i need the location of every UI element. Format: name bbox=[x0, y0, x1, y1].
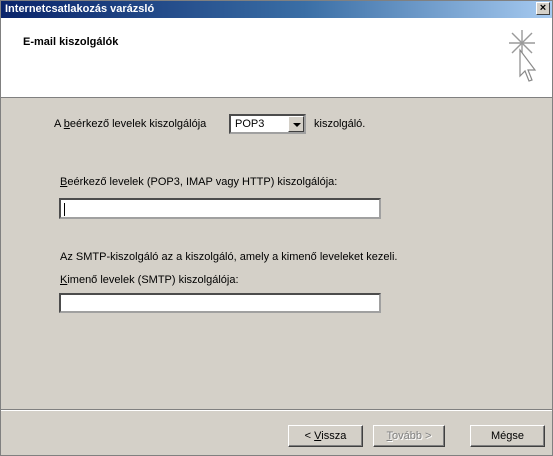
incoming-server-label: Beérkező levelek (POP3, IMAP vagy HTTP) … bbox=[60, 176, 338, 188]
server-type-value: POP3 bbox=[235, 118, 265, 130]
next-button[interactable]: Tovább > bbox=[373, 425, 445, 447]
title-bar: Internetcsatlakozás varázsló × bbox=[1, 1, 552, 18]
server-type-suffix: kiszolgáló. bbox=[314, 118, 366, 130]
footer-separator bbox=[1, 409, 552, 411]
server-type-select[interactable]: POP3 bbox=[229, 114, 306, 134]
smtp-info-text: Az SMTP-kiszolgáló az a kiszolgáló, amel… bbox=[60, 251, 398, 263]
wizard-window: Internetcsatlakozás varázsló × E-mail ki… bbox=[0, 0, 553, 456]
incoming-type-label: A beérkező levelek kiszolgálója bbox=[54, 118, 207, 130]
wizard-sparkle-cursor-icon bbox=[509, 30, 537, 82]
cancel-button[interactable]: Mégse bbox=[470, 425, 545, 447]
page-title: E-mail kiszolgálók bbox=[23, 36, 119, 48]
close-icon: × bbox=[539, 2, 547, 14]
close-button[interactable]: × bbox=[536, 2, 550, 15]
text-caret bbox=[64, 203, 65, 216]
outgoing-server-label: Kimenő levelek (SMTP) kiszolgálója: bbox=[60, 274, 239, 286]
back-button[interactable]: < Vissza bbox=[288, 425, 363, 447]
wizard-header: E-mail kiszolgálók bbox=[1, 18, 552, 98]
chevron-down-icon[interactable] bbox=[288, 116, 304, 132]
window-title: Internetcsatlakozás varázsló bbox=[5, 3, 155, 15]
incoming-server-input[interactable] bbox=[59, 198, 381, 219]
outgoing-server-input[interactable] bbox=[59, 293, 381, 313]
